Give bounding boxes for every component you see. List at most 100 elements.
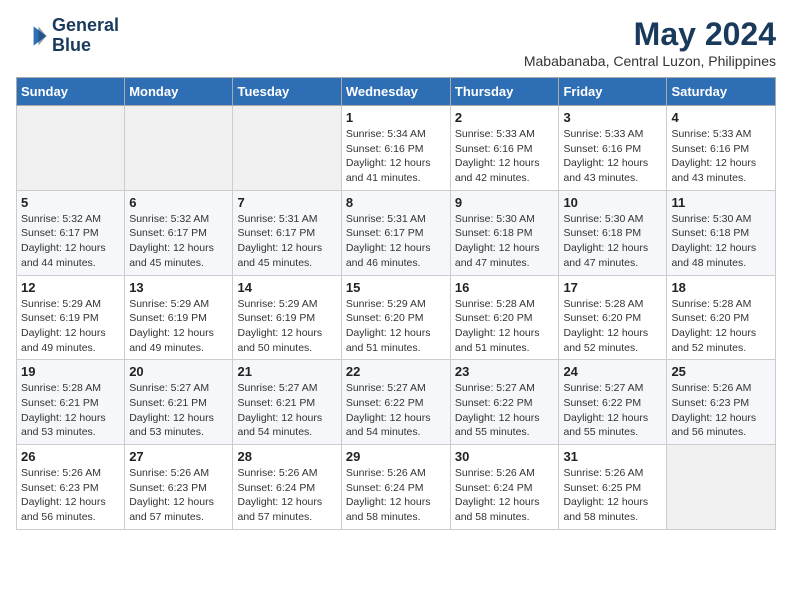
- calendar-week-row: 12 Sunrise: 5:29 AM Sunset: 6:19 PM Dayli…: [17, 275, 776, 360]
- calendar-cell: 17 Sunrise: 5:28 AM Sunset: 6:20 PM Dayli…: [559, 275, 667, 360]
- calendar-week-row: 26 Sunrise: 5:26 AM Sunset: 6:23 PM Dayli…: [17, 445, 776, 530]
- calendar-week-row: 19 Sunrise: 5:28 AM Sunset: 6:21 PM Dayli…: [17, 360, 776, 445]
- day-info: Sunrise: 5:34 AM Sunset: 6:16 PM Dayligh…: [346, 127, 446, 186]
- day-number: 6: [129, 195, 228, 210]
- day-info: Sunrise: 5:26 AM Sunset: 6:24 PM Dayligh…: [455, 466, 555, 525]
- day-info: Sunrise: 5:27 AM Sunset: 6:21 PM Dayligh…: [129, 381, 228, 440]
- day-number: 21: [237, 364, 336, 379]
- day-info: Sunrise: 5:33 AM Sunset: 6:16 PM Dayligh…: [563, 127, 662, 186]
- calendar-cell: 30 Sunrise: 5:26 AM Sunset: 6:24 PM Dayli…: [450, 445, 559, 530]
- day-number: 3: [563, 110, 662, 125]
- calendar-cell: [667, 445, 776, 530]
- day-number: 12: [21, 280, 120, 295]
- calendar-cell: 28 Sunrise: 5:26 AM Sunset: 6:24 PM Dayli…: [233, 445, 341, 530]
- day-info: Sunrise: 5:33 AM Sunset: 6:16 PM Dayligh…: [455, 127, 555, 186]
- day-info: Sunrise: 5:27 AM Sunset: 6:21 PM Dayligh…: [237, 381, 336, 440]
- page-header: General Blue May 2024 Mababanaba, Centra…: [16, 16, 776, 69]
- day-info: Sunrise: 5:31 AM Sunset: 6:17 PM Dayligh…: [346, 212, 446, 271]
- weekday-header: Tuesday: [233, 78, 341, 106]
- day-info: Sunrise: 5:28 AM Sunset: 6:20 PM Dayligh…: [563, 297, 662, 356]
- calendar-cell: 18 Sunrise: 5:28 AM Sunset: 6:20 PM Dayli…: [667, 275, 776, 360]
- day-number: 11: [671, 195, 771, 210]
- logo: General Blue: [16, 16, 119, 56]
- day-number: 14: [237, 280, 336, 295]
- day-info: Sunrise: 5:27 AM Sunset: 6:22 PM Dayligh…: [563, 381, 662, 440]
- day-number: 9: [455, 195, 555, 210]
- day-info: Sunrise: 5:32 AM Sunset: 6:17 PM Dayligh…: [129, 212, 228, 271]
- day-number: 29: [346, 449, 446, 464]
- day-number: 23: [455, 364, 555, 379]
- day-number: 15: [346, 280, 446, 295]
- weekday-header: Thursday: [450, 78, 559, 106]
- calendar-cell: 11 Sunrise: 5:30 AM Sunset: 6:18 PM Dayli…: [667, 190, 776, 275]
- calendar-week-row: 1Sunrise: 5:34 AM Sunset: 6:16 PM Daylig…: [17, 106, 776, 191]
- day-info: Sunrise: 5:26 AM Sunset: 6:25 PM Dayligh…: [563, 466, 662, 525]
- day-info: Sunrise: 5:31 AM Sunset: 6:17 PM Dayligh…: [237, 212, 336, 271]
- day-number: 30: [455, 449, 555, 464]
- calendar-cell: 6 Sunrise: 5:32 AM Sunset: 6:17 PM Daylig…: [125, 190, 233, 275]
- day-number: 19: [21, 364, 120, 379]
- day-info: Sunrise: 5:30 AM Sunset: 6:18 PM Dayligh…: [563, 212, 662, 271]
- day-info: Sunrise: 5:26 AM Sunset: 6:23 PM Dayligh…: [129, 466, 228, 525]
- calendar-cell: 15Sunrise: 5:29 AM Sunset: 6:20 PM Dayli…: [341, 275, 450, 360]
- logo-text: General Blue: [52, 16, 119, 56]
- day-info: Sunrise: 5:26 AM Sunset: 6:24 PM Dayligh…: [237, 466, 336, 525]
- calendar-cell: 25 Sunrise: 5:26 AM Sunset: 6:23 PM Dayli…: [667, 360, 776, 445]
- day-info: Sunrise: 5:28 AM Sunset: 6:20 PM Dayligh…: [455, 297, 555, 356]
- day-number: 17: [563, 280, 662, 295]
- day-number: 2: [455, 110, 555, 125]
- day-number: 28: [237, 449, 336, 464]
- day-info: Sunrise: 5:32 AM Sunset: 6:17 PM Dayligh…: [21, 212, 120, 271]
- day-info: Sunrise: 5:28 AM Sunset: 6:20 PM Dayligh…: [671, 297, 771, 356]
- weekday-header: Sunday: [17, 78, 125, 106]
- day-number: 5: [21, 195, 120, 210]
- calendar-cell: 13 Sunrise: 5:29 AM Sunset: 6:19 PM Dayli…: [125, 275, 233, 360]
- day-info: Sunrise: 5:26 AM Sunset: 6:23 PM Dayligh…: [671, 381, 771, 440]
- day-info: Sunrise: 5:27 AM Sunset: 6:22 PM Dayligh…: [455, 381, 555, 440]
- calendar-cell: 24 Sunrise: 5:27 AM Sunset: 6:22 PM Dayli…: [559, 360, 667, 445]
- day-info: Sunrise: 5:33 AM Sunset: 6:16 PM Dayligh…: [671, 127, 771, 186]
- calendar-cell: [233, 106, 341, 191]
- day-info: Sunrise: 5:29 AM Sunset: 6:19 PM Dayligh…: [129, 297, 228, 356]
- calendar-cell: 29 Sunrise: 5:26 AM Sunset: 6:24 PM Dayli…: [341, 445, 450, 530]
- calendar-cell: 20 Sunrise: 5:27 AM Sunset: 6:21 PM Dayli…: [125, 360, 233, 445]
- calendar-cell: 31 Sunrise: 5:26 AM Sunset: 6:25 PM Dayli…: [559, 445, 667, 530]
- calendar-cell: 1Sunrise: 5:34 AM Sunset: 6:16 PM Daylig…: [341, 106, 450, 191]
- day-number: 13: [129, 280, 228, 295]
- calendar-cell: 2 Sunrise: 5:33 AM Sunset: 6:16 PM Daylig…: [450, 106, 559, 191]
- calendar-cell: 22Sunrise: 5:27 AM Sunset: 6:22 PM Dayli…: [341, 360, 450, 445]
- weekday-header: Wednesday: [341, 78, 450, 106]
- location: Mababanaba, Central Luzon, Philippines: [524, 53, 776, 69]
- month-year: May 2024: [524, 16, 776, 53]
- day-number: 20: [129, 364, 228, 379]
- day-number: 25: [671, 364, 771, 379]
- calendar-cell: 4 Sunrise: 5:33 AM Sunset: 6:16 PM Daylig…: [667, 106, 776, 191]
- calendar-cell: 3 Sunrise: 5:33 AM Sunset: 6:16 PM Daylig…: [559, 106, 667, 191]
- day-number: 31: [563, 449, 662, 464]
- weekday-header: Friday: [559, 78, 667, 106]
- day-info: Sunrise: 5:29 AM Sunset: 6:19 PM Dayligh…: [237, 297, 336, 356]
- day-info: Sunrise: 5:26 AM Sunset: 6:24 PM Dayligh…: [346, 466, 446, 525]
- day-info: Sunrise: 5:29 AM Sunset: 6:19 PM Dayligh…: [21, 297, 120, 356]
- weekday-header: Saturday: [667, 78, 776, 106]
- day-number: 4: [671, 110, 771, 125]
- calendar-cell: 26 Sunrise: 5:26 AM Sunset: 6:23 PM Dayli…: [17, 445, 125, 530]
- day-info: Sunrise: 5:26 AM Sunset: 6:23 PM Dayligh…: [21, 466, 120, 525]
- day-info: Sunrise: 5:28 AM Sunset: 6:21 PM Dayligh…: [21, 381, 120, 440]
- calendar-cell: 16Sunrise: 5:28 AM Sunset: 6:20 PM Dayli…: [450, 275, 559, 360]
- calendar-cell: 19 Sunrise: 5:28 AM Sunset: 6:21 PM Dayli…: [17, 360, 125, 445]
- calendar-cell: [125, 106, 233, 191]
- calendar-cell: 23 Sunrise: 5:27 AM Sunset: 6:22 PM Dayli…: [450, 360, 559, 445]
- day-info: Sunrise: 5:30 AM Sunset: 6:18 PM Dayligh…: [671, 212, 771, 271]
- calendar-cell: 7Sunrise: 5:31 AM Sunset: 6:17 PM Daylig…: [233, 190, 341, 275]
- calendar-cell: 9 Sunrise: 5:30 AM Sunset: 6:18 PM Daylig…: [450, 190, 559, 275]
- calendar-week-row: 5 Sunrise: 5:32 AM Sunset: 6:17 PM Daylig…: [17, 190, 776, 275]
- day-number: 24: [563, 364, 662, 379]
- day-number: 26: [21, 449, 120, 464]
- day-info: Sunrise: 5:30 AM Sunset: 6:18 PM Dayligh…: [455, 212, 555, 271]
- calendar-cell: 21 Sunrise: 5:27 AM Sunset: 6:21 PM Dayli…: [233, 360, 341, 445]
- calendar-cell: 27Sunrise: 5:26 AM Sunset: 6:23 PM Dayli…: [125, 445, 233, 530]
- day-number: 18: [671, 280, 771, 295]
- calendar-header-row: SundayMondayTuesdayWednesdayThursdayFrid…: [17, 78, 776, 106]
- logo-icon: [16, 20, 48, 52]
